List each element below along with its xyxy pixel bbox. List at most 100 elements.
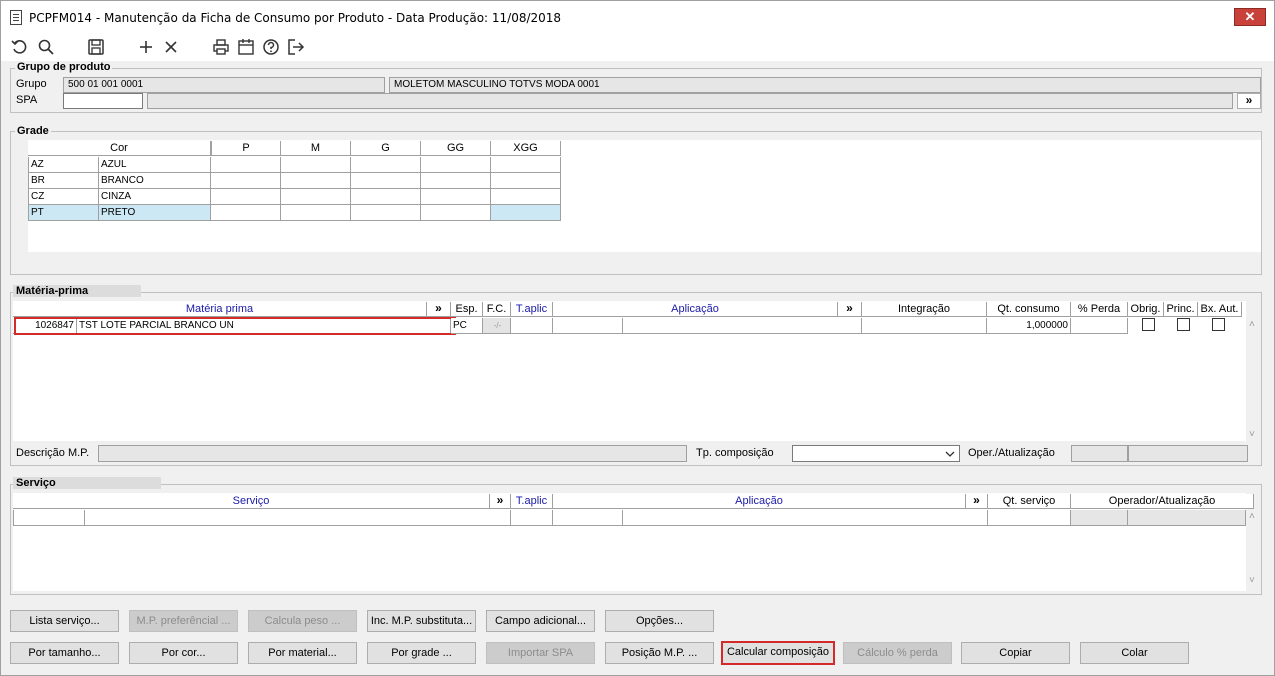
close-button[interactable]: ✕ xyxy=(1234,8,1266,26)
mp-aplicacao-desc-cell[interactable] xyxy=(623,318,862,334)
grade-cell[interactable] xyxy=(281,157,351,173)
servico-code-cell[interactable] xyxy=(13,510,85,526)
campo-adicional-button[interactable]: Campo adicional... xyxy=(486,610,595,632)
grade-cell[interactable] xyxy=(491,173,561,189)
grade-cell[interactable] xyxy=(421,189,491,205)
grade-cell[interactable] xyxy=(351,205,421,221)
grade-cell[interactable] xyxy=(211,157,281,173)
grade-size-header: GG xyxy=(421,141,491,156)
grade-size-header: G xyxy=(351,141,421,156)
grade-cor-name[interactable]: BRANCO xyxy=(99,173,211,189)
mp-obrig-checkbox[interactable] xyxy=(1142,318,1155,331)
mp-princ-checkbox[interactable] xyxy=(1177,318,1190,331)
copiar-button[interactable]: Copiar xyxy=(961,642,1070,664)
grade-cell[interactable] xyxy=(211,173,281,189)
inc-mp-substituta-button[interactable]: Inc. M.P. substituta... xyxy=(367,610,476,632)
window-title: PCPFM014 - Manutenção da Ficha de Consum… xyxy=(29,11,562,25)
mp-header-more-button-2[interactable]: » xyxy=(838,302,862,317)
servico-qt-cell[interactable] xyxy=(988,510,1071,526)
add-icon[interactable] xyxy=(137,38,155,56)
servico-operador-cell xyxy=(1071,510,1128,526)
calendar-icon[interactable] xyxy=(237,38,255,56)
grade-cell[interactable] xyxy=(351,173,421,189)
calcula-peso-button[interactable]: Calcula peso ... xyxy=(248,610,357,632)
grade-cell[interactable] xyxy=(351,189,421,205)
mp-header-integracao: Integração xyxy=(862,302,987,317)
grade-cell[interactable] xyxy=(421,157,491,173)
tp-composicao-select[interactable] xyxy=(792,445,960,462)
scroll-up-arrow[interactable]: ˄ xyxy=(1249,319,1255,330)
servico-operador-header: Operador/Atualização xyxy=(1071,494,1254,509)
grade-cell[interactable] xyxy=(281,173,351,189)
opcoes-button[interactable]: Opções... xyxy=(605,610,714,632)
servico-aplicacao-code-cell[interactable] xyxy=(553,510,623,526)
importar-spa-button[interactable]: Importar SPA xyxy=(486,642,595,664)
mp-esp-cell[interactable]: PC xyxy=(451,318,483,334)
lista-servico-button[interactable]: Lista serviço... xyxy=(10,610,119,632)
grade-cell[interactable] xyxy=(491,189,561,205)
grade-cell[interactable] xyxy=(351,157,421,173)
por-material-button[interactable]: Por material... xyxy=(248,642,357,664)
descricao-mp-field xyxy=(98,445,687,462)
grade-cell-selected[interactable] xyxy=(491,205,561,221)
servico-taplic-cell[interactable] xyxy=(511,510,553,526)
materia-prima-label: Matéria-prima xyxy=(13,285,141,297)
grade-cell[interactable] xyxy=(281,205,351,221)
grade-cor-code[interactable]: CZ xyxy=(28,189,99,205)
servico-more-button[interactable]: » xyxy=(490,494,511,509)
mp-header-esp: Esp. xyxy=(451,302,483,317)
help-icon[interactable] xyxy=(262,38,280,56)
servico-desc-cell[interactable] xyxy=(85,510,511,526)
grade-cell[interactable] xyxy=(281,189,351,205)
grade-cell[interactable] xyxy=(491,157,561,173)
spa-input[interactable] xyxy=(63,93,143,109)
mp-bx-aut-checkbox[interactable] xyxy=(1212,318,1225,331)
grade-cor-name[interactable]: AZUL xyxy=(99,157,211,173)
mp-header-more-button[interactable]: » xyxy=(427,302,451,317)
colar-button[interactable]: Colar xyxy=(1080,642,1189,664)
grade-cor-name[interactable]: CINZA xyxy=(99,189,211,205)
save-icon[interactable] xyxy=(87,38,105,56)
mp-qt-consumo-cell[interactable]: 1,000000 xyxy=(987,318,1071,334)
servico-more-button-2[interactable]: » xyxy=(966,494,988,509)
mp-perc-perda-cell[interactable] xyxy=(1071,318,1128,334)
mp-preferencial-button[interactable]: M.P. preferêncial ... xyxy=(129,610,238,632)
grade-cor-code[interactable]: AZ xyxy=(28,157,99,173)
servico-aplicacao-desc-cell[interactable] xyxy=(623,510,988,526)
grade-cell[interactable] xyxy=(421,205,491,221)
mp-fc-button[interactable]: -/- xyxy=(483,318,511,334)
mp-header-materia: Matéria prima xyxy=(13,302,427,317)
grade-size-header: P xyxy=(211,141,281,156)
atualizacao-field xyxy=(1128,445,1248,462)
spa-lookup-button[interactable]: » xyxy=(1237,93,1261,109)
por-cor-button[interactable]: Por cor... xyxy=(129,642,238,664)
scroll-down-arrow[interactable]: ˅ xyxy=(1249,575,1255,586)
mp-integracao-cell[interactable] xyxy=(862,318,987,334)
por-grade-button[interactable]: Por grade ... xyxy=(367,642,476,664)
undo-icon[interactable] xyxy=(11,38,29,56)
mp-taplic-cell[interactable] xyxy=(511,318,553,334)
scroll-up-arrow[interactable]: ˄ xyxy=(1249,511,1255,522)
posicao-mp-button[interactable]: Posição M.P. ... xyxy=(605,642,714,664)
scroll-down-arrow[interactable]: ˅ xyxy=(1249,429,1255,440)
mp-aplicacao-code-cell[interactable] xyxy=(553,318,623,334)
mp-header-qt-consumo: Qt. consumo xyxy=(987,302,1071,317)
mp-header-perc-perda: % Perda xyxy=(1071,302,1128,317)
servico-qt-header: Qt. serviço xyxy=(988,494,1071,509)
calcular-composicao-button[interactable]: Calcular composição xyxy=(721,641,835,665)
por-tamanho-button[interactable]: Por tamanho... xyxy=(10,642,119,664)
delete-icon[interactable] xyxy=(162,38,180,56)
grade-cell[interactable] xyxy=(211,189,281,205)
main-window: PCPFM014 - Manutenção da Ficha de Consum… xyxy=(0,0,1275,676)
grade-cor-code[interactable]: PT xyxy=(28,205,99,221)
chevron-down-icon[interactable] xyxy=(945,450,955,458)
grupo-label: Grupo xyxy=(16,78,47,90)
grade-cell[interactable] xyxy=(211,205,281,221)
search-icon[interactable] xyxy=(37,38,55,56)
calculo-perda-button[interactable]: Cálculo % perda xyxy=(843,642,952,664)
print-icon[interactable] xyxy=(212,38,230,56)
grade-cell[interactable] xyxy=(421,173,491,189)
exit-icon[interactable] xyxy=(287,38,305,56)
grade-cor-name[interactable]: PRETO xyxy=(99,205,211,221)
grade-cor-code[interactable]: BR xyxy=(28,173,99,189)
